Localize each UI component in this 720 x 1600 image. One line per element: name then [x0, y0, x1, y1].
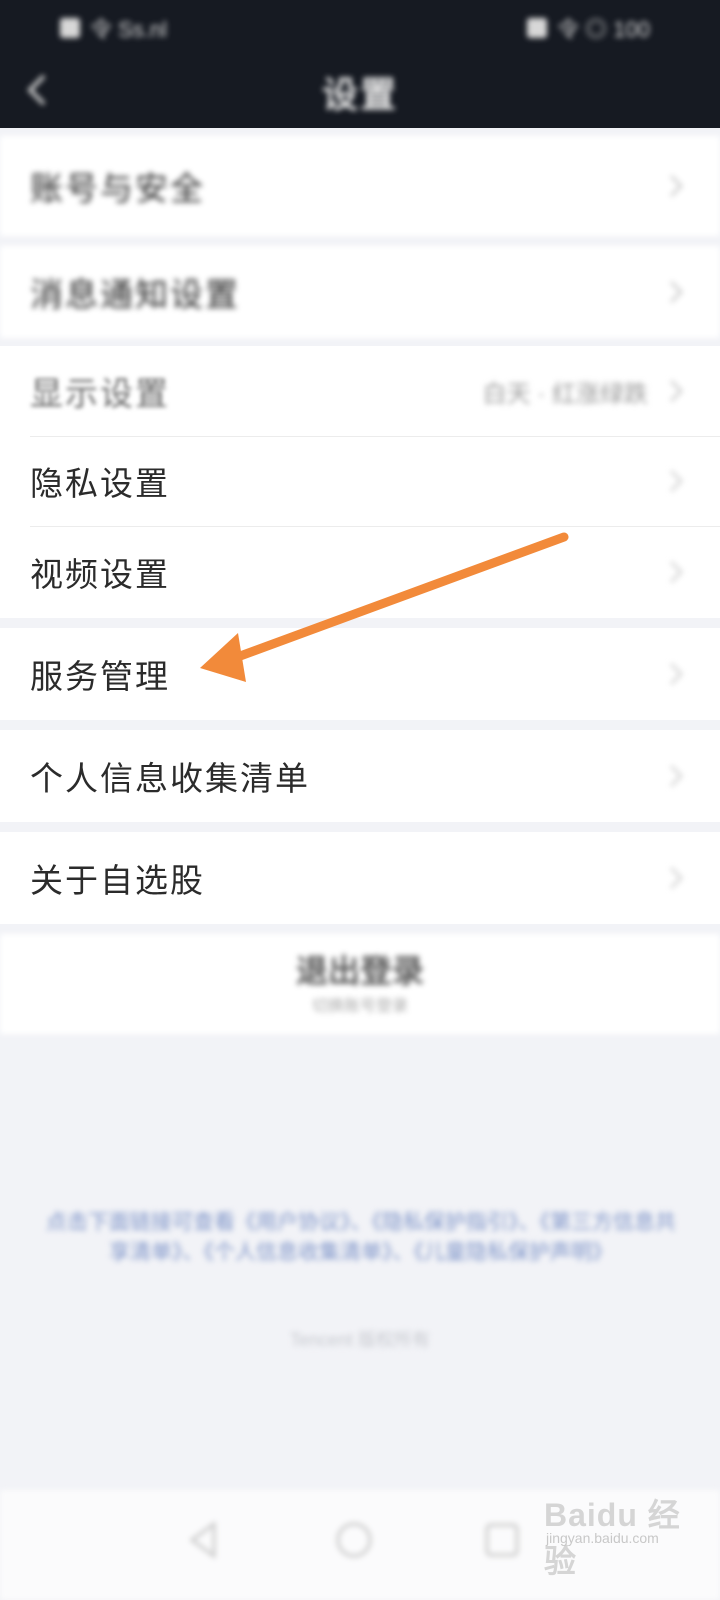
status-right: 令 ◎ 100	[527, 12, 650, 44]
top-bar: 令 Ss.nl 令 ◎ 100 设置	[0, 0, 720, 128]
chevron-right-icon	[668, 559, 684, 585]
logout-subtext: 切换账号登录	[311, 998, 408, 1015]
settings-item-label: 隐私设置	[30, 467, 170, 503]
signal-icon	[60, 18, 80, 38]
page-title: 设置	[321, 75, 398, 115]
settings-group-3: 显示设置 白天 · 红涨绿跌 隐私设置 视频设置	[0, 346, 720, 618]
settings-item-label: 关于自选股	[30, 864, 205, 900]
status-left-text: 令 Ss.nl	[90, 17, 168, 42]
settings-item-label: 视频设置	[30, 558, 170, 594]
settings-item-label: 显示设置	[30, 377, 170, 413]
settings-item-account-security[interactable]: 账号与安全	[0, 136, 720, 236]
copyright-text: Tencent 版权所有	[289, 1330, 431, 1350]
settings-item-service-management[interactable]: 服务管理	[0, 628, 720, 720]
settings-item-privacy[interactable]: 隐私设置	[0, 436, 720, 526]
chevron-right-icon	[668, 279, 684, 305]
chevron-right-icon	[668, 865, 684, 891]
wifi-icon	[527, 18, 548, 38]
watermark-url: jingyan.baidu.com	[546, 1530, 659, 1546]
settings-item-label: 服务管理	[30, 660, 170, 696]
settings-item-value: 白天 · 红涨绿跌	[482, 380, 648, 408]
status-left: 令 Ss.nl	[60, 12, 167, 44]
legal-links[interactable]: 点击下面链接可查看《用户协议》、《隐私保护指引》、《第三方信息共享清单》、《个人…	[36, 1208, 686, 1268]
nav-recents-button[interactable]	[480, 1518, 524, 1562]
nav-back-button[interactable]	[182, 1518, 226, 1562]
settings-group-6: 关于自选股	[0, 832, 720, 924]
baidu-watermark: Baidu 经验 jingyan.baidu.com	[540, 1490, 710, 1579]
settings-group-5: 个人信息收集清单	[0, 730, 720, 822]
status-right-text: 令 ◎ 100	[557, 17, 650, 42]
circle-home-icon	[336, 1522, 372, 1558]
settings-group-2: 消息通知设置	[0, 246, 720, 338]
chevron-right-icon	[668, 661, 684, 687]
settings-item-label: 消息通知设置	[30, 278, 240, 314]
settings-group-1: 账号与安全	[0, 136, 720, 236]
triangle-back-icon	[189, 1521, 216, 1559]
status-bar: 令 Ss.nl 令 ◎ 100	[0, 0, 720, 50]
nav-home-button[interactable]	[332, 1518, 376, 1562]
settings-item-notifications[interactable]: 消息通知设置	[0, 246, 720, 338]
settings-item-video[interactable]: 视频设置	[0, 526, 720, 618]
chevron-right-icon	[668, 763, 684, 789]
settings-item-label: 账号与安全	[30, 172, 205, 208]
chevron-right-icon	[668, 173, 684, 199]
square-recents-icon	[485, 1523, 519, 1557]
logout-card[interactable]: 退出登录 切换账号登录	[0, 934, 720, 1034]
settings-item-personal-info-list[interactable]: 个人信息收集清单	[0, 730, 720, 822]
settings-group-4: 服务管理	[0, 628, 720, 720]
logout-button[interactable]: 退出登录	[0, 946, 720, 992]
settings-item-display[interactable]: 显示设置 白天 · 红涨绿跌	[0, 346, 720, 436]
chevron-right-icon	[668, 468, 684, 494]
chevron-right-icon	[668, 378, 684, 404]
settings-item-about[interactable]: 关于自选股	[0, 832, 720, 924]
settings-item-label: 个人信息收集清单	[30, 762, 310, 798]
